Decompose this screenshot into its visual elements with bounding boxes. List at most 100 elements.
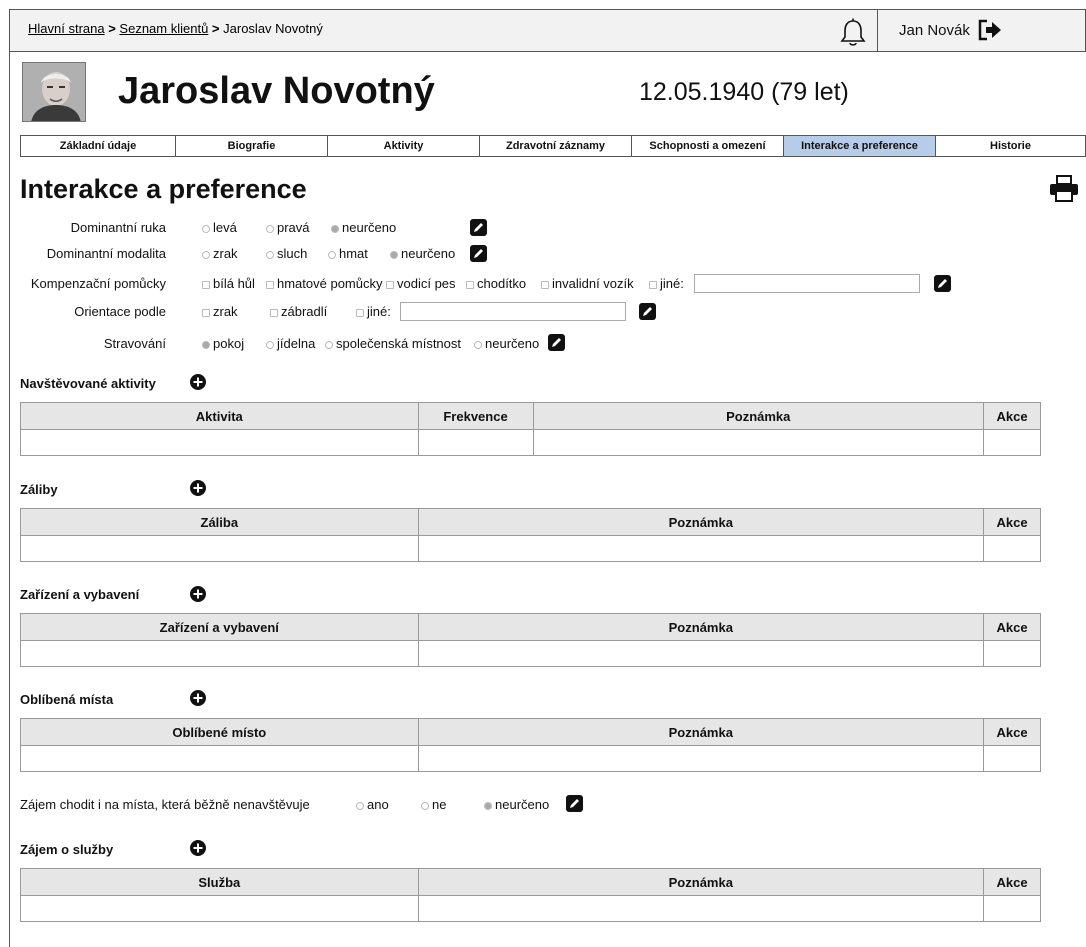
dominant-hand-option-right[interactable]: pravá bbox=[266, 220, 310, 235]
checkbox[interactable] bbox=[466, 280, 474, 289]
table-cell bbox=[983, 429, 1041, 456]
column-header: Poznámka bbox=[532, 402, 985, 430]
modality-option-hearing[interactable]: sluch bbox=[266, 246, 307, 261]
radio-button[interactable] bbox=[390, 250, 398, 259]
modality-option-sight[interactable]: zrak bbox=[202, 246, 238, 261]
aid-option-guide-dog[interactable]: vodicí pes bbox=[386, 276, 456, 291]
checkbox[interactable] bbox=[356, 308, 364, 317]
table-row[interactable] bbox=[20, 535, 1041, 562]
compensation-aids-label: Kompenzační pomůcky bbox=[30, 276, 166, 291]
print-icon[interactable] bbox=[1049, 175, 1079, 202]
radio-button[interactable] bbox=[325, 340, 333, 349]
add-icon[interactable] bbox=[190, 840, 206, 856]
dining-option-canteen[interactable]: jídelna bbox=[266, 336, 315, 351]
radio-button[interactable] bbox=[202, 250, 210, 259]
breadcrumb-home[interactable]: Hlavní strana bbox=[28, 21, 105, 36]
add-icon[interactable] bbox=[190, 374, 206, 390]
aid-other-input[interactable] bbox=[694, 274, 920, 293]
table-header-row: Zařízení a vybavení Poznámka Akce bbox=[20, 613, 1041, 641]
tab-basic-info[interactable]: Základní údaje bbox=[21, 136, 176, 156]
checkbox[interactable] bbox=[266, 280, 274, 289]
modality-option-unspecified[interactable]: neurčeno bbox=[390, 246, 455, 261]
add-icon[interactable] bbox=[190, 480, 206, 496]
radio-button[interactable] bbox=[266, 224, 274, 233]
checkbox[interactable] bbox=[202, 280, 210, 289]
avatar bbox=[22, 62, 86, 122]
column-header: Akce bbox=[983, 402, 1041, 430]
table-cell bbox=[983, 745, 1041, 772]
dining-option-common-room[interactable]: společenská místnost bbox=[325, 336, 461, 351]
radio-button[interactable] bbox=[474, 340, 482, 349]
add-icon[interactable] bbox=[190, 690, 206, 706]
column-header: Poznámka bbox=[417, 868, 985, 896]
tab-interactions-preferences[interactable]: Interakce a preference bbox=[784, 136, 936, 156]
edit-icon[interactable] bbox=[470, 219, 487, 236]
radio-button[interactable] bbox=[328, 250, 336, 259]
edit-icon[interactable] bbox=[639, 303, 656, 320]
table-row[interactable] bbox=[20, 745, 1041, 772]
aid-option-white-cane[interactable]: bílá hůl bbox=[202, 276, 255, 291]
table-row[interactable] bbox=[20, 429, 1041, 456]
dining-option-unspecified[interactable]: neurčeno bbox=[474, 336, 539, 351]
header-divider bbox=[877, 10, 878, 52]
tab-activities[interactable]: Aktivity bbox=[328, 136, 480, 156]
option-label: zábradlí bbox=[281, 304, 328, 319]
client-birthdate: 12.05.1940 (79 let) bbox=[639, 78, 849, 106]
tab-biography[interactable]: Biografie bbox=[176, 136, 328, 156]
interest-option-unspecified[interactable]: neurčeno bbox=[484, 797, 549, 812]
orientation-option-other[interactable]: jiné: bbox=[356, 304, 391, 319]
dominant-hand-option-left[interactable]: levá bbox=[202, 220, 237, 235]
radio-button[interactable] bbox=[484, 801, 492, 810]
aid-option-wheelchair[interactable]: invalidní vozík bbox=[541, 276, 634, 291]
aid-option-other[interactable]: jiné: bbox=[649, 276, 684, 291]
radio-button[interactable] bbox=[266, 250, 274, 259]
orientation-option-handrail[interactable]: zábradlí bbox=[270, 304, 327, 319]
table-cell bbox=[20, 429, 419, 456]
tab-abilities[interactable]: Schopnosti a omezení bbox=[632, 136, 784, 156]
dominant-hand-option-unspecified[interactable]: neurčeno bbox=[331, 220, 396, 235]
edit-icon[interactable] bbox=[566, 795, 583, 812]
dining-option-room[interactable]: pokoj bbox=[202, 336, 244, 351]
option-label: pokoj bbox=[213, 336, 245, 351]
edit-icon[interactable] bbox=[470, 245, 487, 262]
checkbox[interactable] bbox=[270, 308, 278, 317]
aid-option-tactile-aids[interactable]: hmatové pomůcky bbox=[266, 276, 383, 291]
services-table: Služba Poznámka Akce bbox=[20, 868, 1041, 922]
bell-icon[interactable] bbox=[839, 17, 867, 47]
table-cell bbox=[20, 640, 419, 667]
breadcrumb: Hlavní strana > Seznam klientů > Jarosla… bbox=[28, 21, 323, 36]
interest-option-yes[interactable]: ano bbox=[356, 797, 389, 812]
breadcrumb-clients[interactable]: Seznam klientů bbox=[119, 21, 208, 36]
checkbox[interactable] bbox=[202, 308, 210, 317]
radio-button[interactable] bbox=[202, 224, 210, 233]
activities-table: Aktivita Frekvence Poznámka Akce bbox=[20, 402, 1041, 456]
interest-option-no[interactable]: ne bbox=[421, 797, 446, 812]
table-cell bbox=[20, 745, 419, 772]
checkbox[interactable] bbox=[386, 280, 394, 289]
add-icon[interactable] bbox=[190, 586, 206, 602]
edit-icon[interactable] bbox=[934, 275, 951, 292]
username[interactable]: Jan Novák bbox=[899, 22, 970, 39]
edit-icon[interactable] bbox=[548, 334, 565, 351]
orientation-option-sight[interactable]: zrak bbox=[202, 304, 238, 319]
table-row[interactable] bbox=[20, 895, 1041, 922]
option-label: hmat bbox=[339, 246, 368, 261]
orientation-other-input[interactable] bbox=[400, 302, 626, 321]
option-label: hmatové pomůcky bbox=[277, 276, 383, 291]
option-label: neurčeno bbox=[342, 220, 397, 235]
logout-icon[interactable] bbox=[977, 18, 1003, 42]
radio-button[interactable] bbox=[331, 224, 339, 233]
modality-option-touch[interactable]: hmat bbox=[328, 246, 368, 261]
aid-option-walker[interactable]: chodítko bbox=[466, 276, 526, 291]
radio-button[interactable] bbox=[266, 340, 274, 349]
checkbox[interactable] bbox=[649, 280, 657, 289]
option-label: pravá bbox=[277, 220, 310, 235]
table-row[interactable] bbox=[20, 640, 1041, 667]
radio-button[interactable] bbox=[202, 340, 210, 349]
tab-history[interactable]: Historie bbox=[936, 136, 1085, 156]
services-heading: Zájem o služby bbox=[20, 842, 114, 857]
checkbox[interactable] bbox=[541, 280, 549, 289]
radio-button[interactable] bbox=[421, 801, 429, 810]
radio-button[interactable] bbox=[356, 801, 364, 810]
tab-health-records[interactable]: Zdravotní záznamy bbox=[480, 136, 632, 156]
